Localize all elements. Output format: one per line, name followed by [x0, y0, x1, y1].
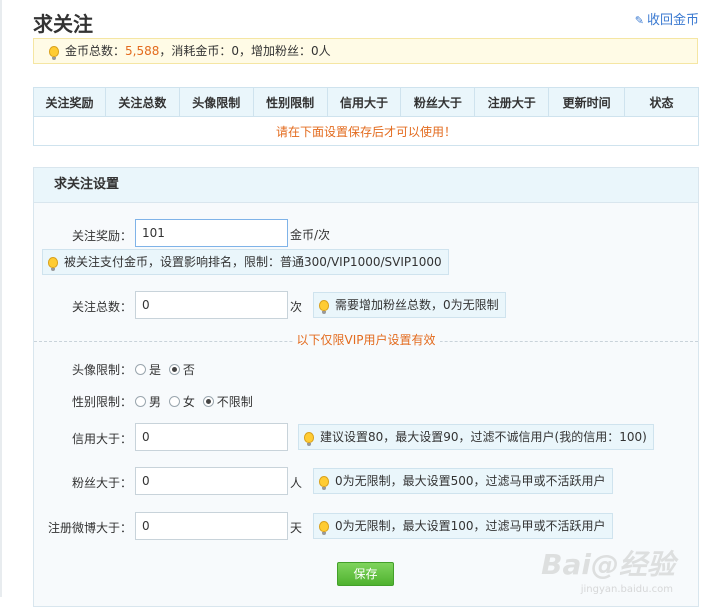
- reward-tip: 被关注支付金币，设置影响排名，限制：普通300/VIP1000/SVIP1000: [42, 249, 449, 275]
- radio-button-checked[interactable]: [202, 396, 214, 407]
- gender-label: 性别限制：: [71, 395, 132, 409]
- vip-note-text: 以下仅限VIP用户设置有效: [292, 333, 440, 347]
- lightbulb-icon: [319, 476, 329, 490]
- column-header: 关注奖励: [33, 87, 106, 117]
- fans-label: 粉丝大于：: [71, 476, 132, 490]
- avatar-label: 头像限制：: [71, 363, 132, 377]
- credit-tip-text: 建议设置80，最大设置90，过滤不诚信用户(我的信用：100): [320, 430, 647, 444]
- lightbulb-icon: [319, 521, 329, 535]
- option-label: 不限制: [216, 395, 253, 409]
- radio-button-checked[interactable]: [168, 364, 180, 375]
- radio-button[interactable]: [135, 396, 146, 407]
- total-unit: 次: [290, 300, 303, 314]
- reward-label: 关注奖励：: [71, 229, 132, 243]
- fans-input[interactable]: 0: [135, 467, 288, 495]
- fans-tip-text: 0为无限制，最大设置500，过滤马甲或不活跃用户: [335, 474, 606, 488]
- table-row: 请在下面设置保存后才可以使用！: [33, 116, 699, 146]
- gender-radio-group: 男 女 不限制: [135, 393, 257, 410]
- credit-label: 信用大于：: [71, 432, 132, 446]
- column-header: 性别限制: [252, 87, 328, 117]
- radio-button[interactable]: [135, 364, 146, 375]
- reward-unit: 金币/次: [290, 228, 331, 242]
- gender-option-male[interactable]: 男: [135, 395, 161, 409]
- lightbulb-icon: [304, 432, 314, 446]
- gender-option-any[interactable]: 不限制: [202, 395, 253, 409]
- reward-tip-text: 被关注支付金币，设置影响排名，限制：普通300/VIP1000/SVIP1000: [64, 255, 442, 269]
- table-header-row: 关注奖励 关注总数 头像限制 性别限制 信用大于 粉丝大于 注册大于 更新时间 …: [33, 87, 699, 117]
- register-input[interactable]: 0: [135, 512, 288, 540]
- register-tip: 0为无限制，最大设置100，过滤马甲或不活跃用户: [313, 513, 613, 539]
- settings-title: 求关注设置: [34, 168, 698, 203]
- column-header: 粉丝大于: [400, 87, 476, 117]
- credit-tip: 建议设置80，最大设置90，过滤不诚信用户(我的信用：100): [298, 424, 654, 450]
- avatar-option-no[interactable]: 否: [168, 363, 195, 377]
- column-header: 信用大于: [326, 87, 402, 117]
- coin-summary-bar: 金币总数：5,588，消耗金币：0，增加粉丝：0人: [33, 38, 698, 64]
- reward-input[interactable]: 101: [135, 219, 288, 247]
- avatar-option-yes[interactable]: 是: [135, 363, 161, 377]
- register-tip-text: 0为无限制，最大设置100，过滤马甲或不活跃用户: [335, 519, 606, 533]
- vip-note: 以下仅限VIP用户设置有效: [34, 331, 698, 348]
- left-border: [0, 0, 2, 597]
- fans-tip: 0为无限制，最大设置500，过滤马甲或不活跃用户: [313, 468, 613, 494]
- total-tip: 需要增加粉丝总数，0为无限制: [313, 292, 506, 318]
- option-label: 是: [149, 363, 162, 377]
- baidu-watermark: Bai@经验: [541, 548, 675, 581]
- total-input[interactable]: 0: [135, 291, 288, 319]
- settings-panel: 求关注设置 关注奖励： 101 金币/次 被关注支付金币，设置影响排名，限制：普…: [33, 167, 699, 607]
- total-coins-value: 5,588: [125, 44, 160, 58]
- withdraw-coins-link[interactable]: ✎ 收回金币: [635, 9, 699, 28]
- save-button[interactable]: 保存: [337, 562, 394, 586]
- summary-prefix: 金币总数：: [65, 44, 126, 58]
- lightbulb-icon: [48, 257, 58, 271]
- lightbulb-icon: [49, 46, 59, 60]
- follow-stats-table: 关注奖励 关注总数 头像限制 性别限制 信用大于 粉丝大于 注册大于 更新时间 …: [33, 87, 699, 146]
- summary-rest: ，消耗金币：0，增加粉丝：0人: [159, 44, 331, 58]
- total-label: 关注总数：: [71, 300, 132, 314]
- baidu-watermark-url: jingyan.baidu.com: [580, 584, 673, 595]
- column-header: 更新时间: [548, 87, 626, 117]
- column-header: 头像限制: [178, 87, 254, 117]
- avatar-radio-group: 是 否: [135, 361, 199, 378]
- withdraw-label: 收回金币: [646, 13, 699, 28]
- option-label: 否: [182, 363, 195, 377]
- refresh-icon: ✎: [634, 14, 644, 27]
- column-header: 注册大于: [474, 87, 550, 117]
- total-tip-text: 需要增加粉丝总数，0为无限制: [335, 298, 499, 312]
- empty-message: 请在下面设置保存后才可以使用！: [33, 116, 699, 146]
- lightbulb-icon: [319, 300, 329, 314]
- column-header: 关注总数: [104, 87, 180, 117]
- credit-input[interactable]: 0: [135, 423, 288, 451]
- radio-button[interactable]: [168, 396, 180, 407]
- option-label: 女: [182, 395, 195, 409]
- page-title: 求关注: [33, 12, 93, 36]
- option-label: 男: [149, 395, 162, 409]
- gender-option-female[interactable]: 女: [168, 395, 195, 409]
- register-unit: 天: [290, 521, 303, 535]
- register-label: 注册微博大于：: [47, 521, 132, 535]
- column-header: 状态: [624, 87, 699, 117]
- fans-unit: 人: [290, 476, 303, 490]
